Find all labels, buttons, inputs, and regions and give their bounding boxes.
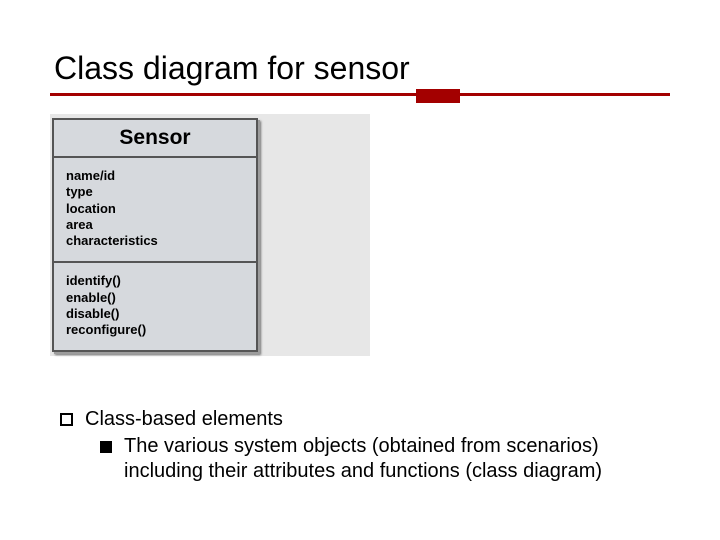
uml-class-name: Sensor — [54, 120, 256, 158]
page-title: Class diagram for sensor — [50, 50, 670, 87]
uml-attr: characteristics — [66, 233, 244, 249]
uml-attr: area — [66, 217, 244, 233]
filled-square-icon — [100, 441, 112, 453]
bullet-level1: Class-based elements — [60, 407, 660, 432]
uml-image-area: Sensor name/id type location area charac… — [50, 114, 370, 356]
bullet-list: Class-based elements The various system … — [60, 407, 660, 484]
uml-attributes: name/id type location area characteristi… — [54, 158, 256, 263]
bullet-level2: The various system objects (obtained fro… — [100, 434, 660, 484]
uml-op: reconfigure() — [66, 322, 244, 338]
uml-class-box: Sensor name/id type location area charac… — [52, 118, 258, 352]
uml-attr: name/id — [66, 168, 244, 184]
uml-op: disable() — [66, 306, 244, 322]
bullet-level2-text: The various system objects (obtained fro… — [124, 434, 660, 484]
uml-attr: location — [66, 201, 244, 217]
bullet-level1-text: Class-based elements — [85, 407, 283, 432]
hollow-square-icon — [60, 413, 73, 426]
uml-operations: identify() enable() disable() reconfigur… — [54, 263, 256, 350]
uml-op: enable() — [66, 290, 244, 306]
title-underline — [50, 93, 670, 96]
uml-attr: type — [66, 184, 244, 200]
content-area: Sensor name/id type location area charac… — [50, 114, 670, 454]
uml-op: identify() — [66, 273, 244, 289]
slide: Class diagram for sensor Sensor name/id … — [0, 0, 720, 540]
